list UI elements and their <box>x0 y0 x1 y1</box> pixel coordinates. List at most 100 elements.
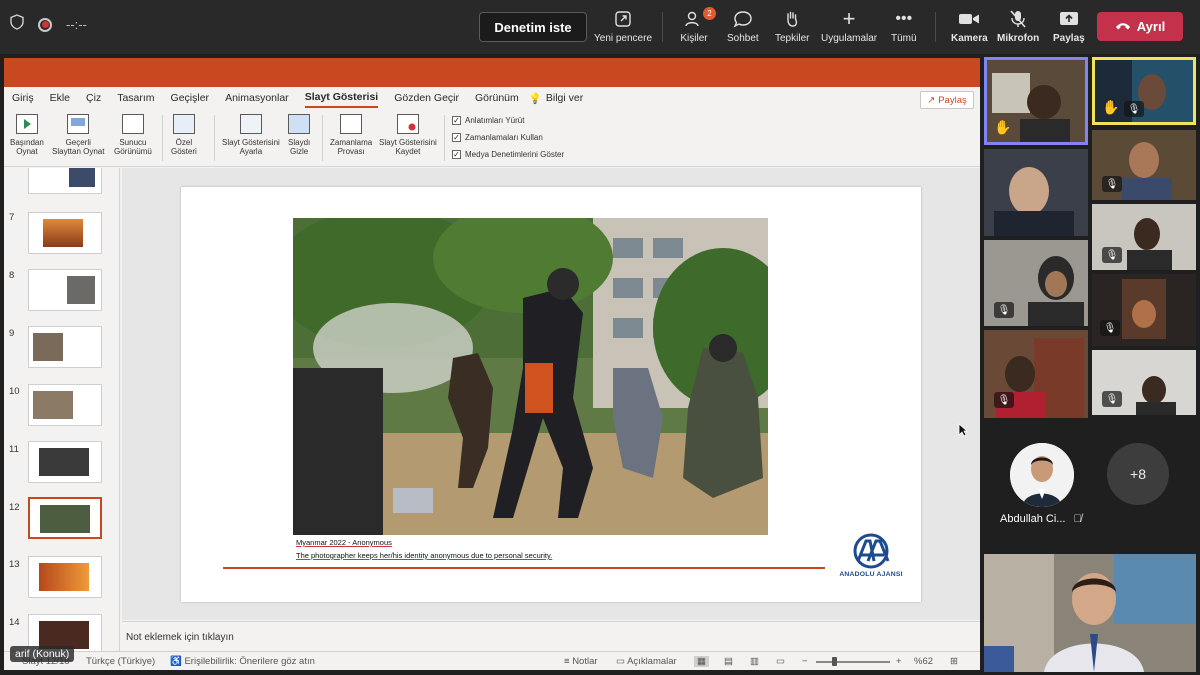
camera-button[interactable]: Kamera <box>951 8 988 48</box>
video-tile-large[interactable] <box>984 554 1196 672</box>
normal-view-icon[interactable]: ▦ <box>694 656 709 667</box>
label: Provası <box>337 147 365 156</box>
media-controls-checkbox[interactable]: ✓ Medya Denetimlerini Göster <box>452 150 564 159</box>
comments-label: Açıklamalar <box>627 656 677 667</box>
zoom-out-icon[interactable]: − <box>802 656 808 667</box>
play-narrations-checkbox[interactable]: ✓ Anlatımları Yürüt <box>452 116 524 125</box>
video-tile[interactable]: ✋ <box>984 57 1088 145</box>
lightbulb-icon: 💡 <box>528 92 542 105</box>
tab-home[interactable]: Giriş <box>12 89 34 107</box>
tab-animations[interactable]: Animasyonlar <box>225 89 289 107</box>
setup-show-button[interactable]: Slayt Gösterisini Ayarla <box>222 114 280 156</box>
video-tile[interactable] <box>984 149 1088 236</box>
slide-number: 11 <box>9 444 19 455</box>
more-button[interactable]: ••• Tümü <box>891 8 917 48</box>
chat-label: Sohbet <box>727 33 759 44</box>
slide-thumbnail[interactable] <box>28 441 102 483</box>
logo-text: ANADOLU AJANSI <box>839 571 903 578</box>
label: Ayarla <box>239 147 263 156</box>
ppt-share-label: Paylaş <box>938 94 967 106</box>
video-tile-active-speaker[interactable]: ✋ 🎙 <box>1092 57 1196 125</box>
leave-button[interactable]: Ayrıl <box>1097 12 1183 41</box>
phone-hangup-icon <box>1115 19 1131 34</box>
tab-slideshow[interactable]: Slayt Gösterisi <box>304 88 379 108</box>
video-tile[interactable]: 🎙 <box>1092 350 1196 415</box>
language-status[interactable]: Türkçe (Türkiye) <box>86 656 155 667</box>
people-label: Kişiler <box>680 33 708 44</box>
slide-thumbnail[interactable] <box>28 556 102 598</box>
video-tile[interactable]: 🎙 <box>1092 204 1196 270</box>
protest-photo <box>293 218 768 535</box>
request-control-button[interactable]: Denetim iste <box>479 12 587 42</box>
label: Anlatımları Yürüt <box>465 116 525 125</box>
tab-view[interactable]: Görünüm <box>475 89 519 107</box>
label: Slayt Gösterisini <box>222 138 280 147</box>
notes-pane[interactable]: Not eklemek için tıklayın <box>122 621 980 650</box>
reactions-button[interactable]: Tepkiler <box>775 8 809 48</box>
presenter-view-button[interactable]: Sunucu Görünümü <box>114 114 152 156</box>
recording-icon[interactable] <box>38 17 52 32</box>
meeting-timer: --:-- <box>66 17 87 32</box>
use-timings-checkbox[interactable]: ✓ Zamanlamaları Kullan <box>452 133 543 142</box>
slide-thumbnail[interactable] <box>28 326 102 368</box>
from-current-button[interactable]: Geçerli Slayttan Oynat <box>52 114 104 156</box>
tab-review[interactable]: Gözden Geçir <box>394 89 459 107</box>
ppt-share-button[interactable]: ↗ Paylaş <box>920 91 974 109</box>
mic-button[interactable]: Mikrofon <box>997 8 1039 48</box>
slide-thumbnail[interactable] <box>28 168 102 194</box>
share-tray-button[interactable]: Paylaş <box>1053 8 1085 48</box>
label: Slayttan Oynat <box>52 147 105 156</box>
tab-design[interactable]: Tasarım <box>117 89 154 107</box>
accessibility-status[interactable]: ♿ Erişilebilirlik: Önerilere göz atın <box>170 656 315 667</box>
label: Başından <box>10 138 44 147</box>
reading-view-icon[interactable]: ▥ <box>750 656 759 667</box>
video-tile[interactable]: 🎙 <box>984 330 1088 418</box>
more-participants-button[interactable]: +8 <box>1107 443 1169 505</box>
slide-thumbnail-selected[interactable] <box>26 495 104 541</box>
video-tile[interactable]: 🎙 <box>1092 130 1196 200</box>
custom-show-button[interactable]: Özel Gösteri <box>171 114 197 156</box>
zoom-slider-handle[interactable] <box>832 657 837 666</box>
tab-insert[interactable]: Ekle <box>50 89 70 107</box>
slide-thumbnail[interactable] <box>28 269 102 311</box>
ribbon-tabs: Giriş Ekle Çiz Tasarım Geçişler Animasyo… <box>4 87 980 109</box>
zoom-slider[interactable] <box>816 661 890 663</box>
label: Zamanlama <box>330 138 373 147</box>
current-slide[interactable]: Myanmar 2022 - Anonymous The photographe… <box>181 187 921 602</box>
rehearse-timings-button[interactable]: Zamanlama Provası <box>330 114 372 156</box>
check-icon: ✓ <box>452 133 461 142</box>
apps-button[interactable]: + Uygulamalar <box>821 6 878 48</box>
people-button[interactable]: 2 Kişiler <box>680 7 716 48</box>
fit-slide-icon[interactable]: ⊞ <box>950 656 958 667</box>
video-tile[interactable]: 🎙 <box>1092 274 1196 346</box>
tell-me[interactable]: Bilgi ver <box>546 89 583 107</box>
participant-avatar[interactable] <box>1010 443 1074 507</box>
slide-thumbnail[interactable] <box>28 212 102 254</box>
from-beginning-button[interactable]: Başından Oynat <box>10 114 44 156</box>
presenter-name-label: arif (Konuk) <box>10 646 75 662</box>
mouse-cursor-icon <box>958 423 968 437</box>
label: Özel <box>175 138 193 147</box>
tab-transitions[interactable]: Geçişler <box>171 89 210 107</box>
chat-button[interactable]: Sohbet <box>727 8 759 48</box>
record-show-button[interactable]: Slayt Gösterisini Kaydet <box>379 114 437 156</box>
mic-off-icon: 🎙 <box>994 392 1014 408</box>
setup-show-icon <box>239 114 262 134</box>
hide-slide-button[interactable]: Slaydı Gizle <box>288 114 310 156</box>
slide-sorter-icon[interactable]: ▤ <box>724 656 733 667</box>
people-icon <box>684 8 704 30</box>
new-window-button[interactable]: Yeni pencere <box>594 8 652 48</box>
more-label: Tümü <box>891 33 917 44</box>
slide-thumbnail[interactable] <box>28 384 102 426</box>
video-tile[interactable]: 🎙 <box>984 240 1088 326</box>
mic-off-icon: 🎙̸ <box>1073 513 1082 525</box>
zoom-in-icon[interactable]: + <box>896 656 902 667</box>
comments-toggle[interactable]: ▭ Açıklamalar <box>616 656 677 667</box>
label: Görünümü <box>114 147 152 156</box>
zoom-level[interactable]: %62 <box>914 656 933 667</box>
slideshow-view-icon[interactable]: ▭ <box>776 656 785 667</box>
tab-draw[interactable]: Çiz <box>86 89 101 107</box>
notes-toggle[interactable]: ≡ Notlar <box>564 656 598 667</box>
apps-label: Uygulamalar <box>821 33 878 44</box>
ribbon-slideshow: Başından Oynat Geçerli Slayttan Oynat Su… <box>4 109 980 167</box>
